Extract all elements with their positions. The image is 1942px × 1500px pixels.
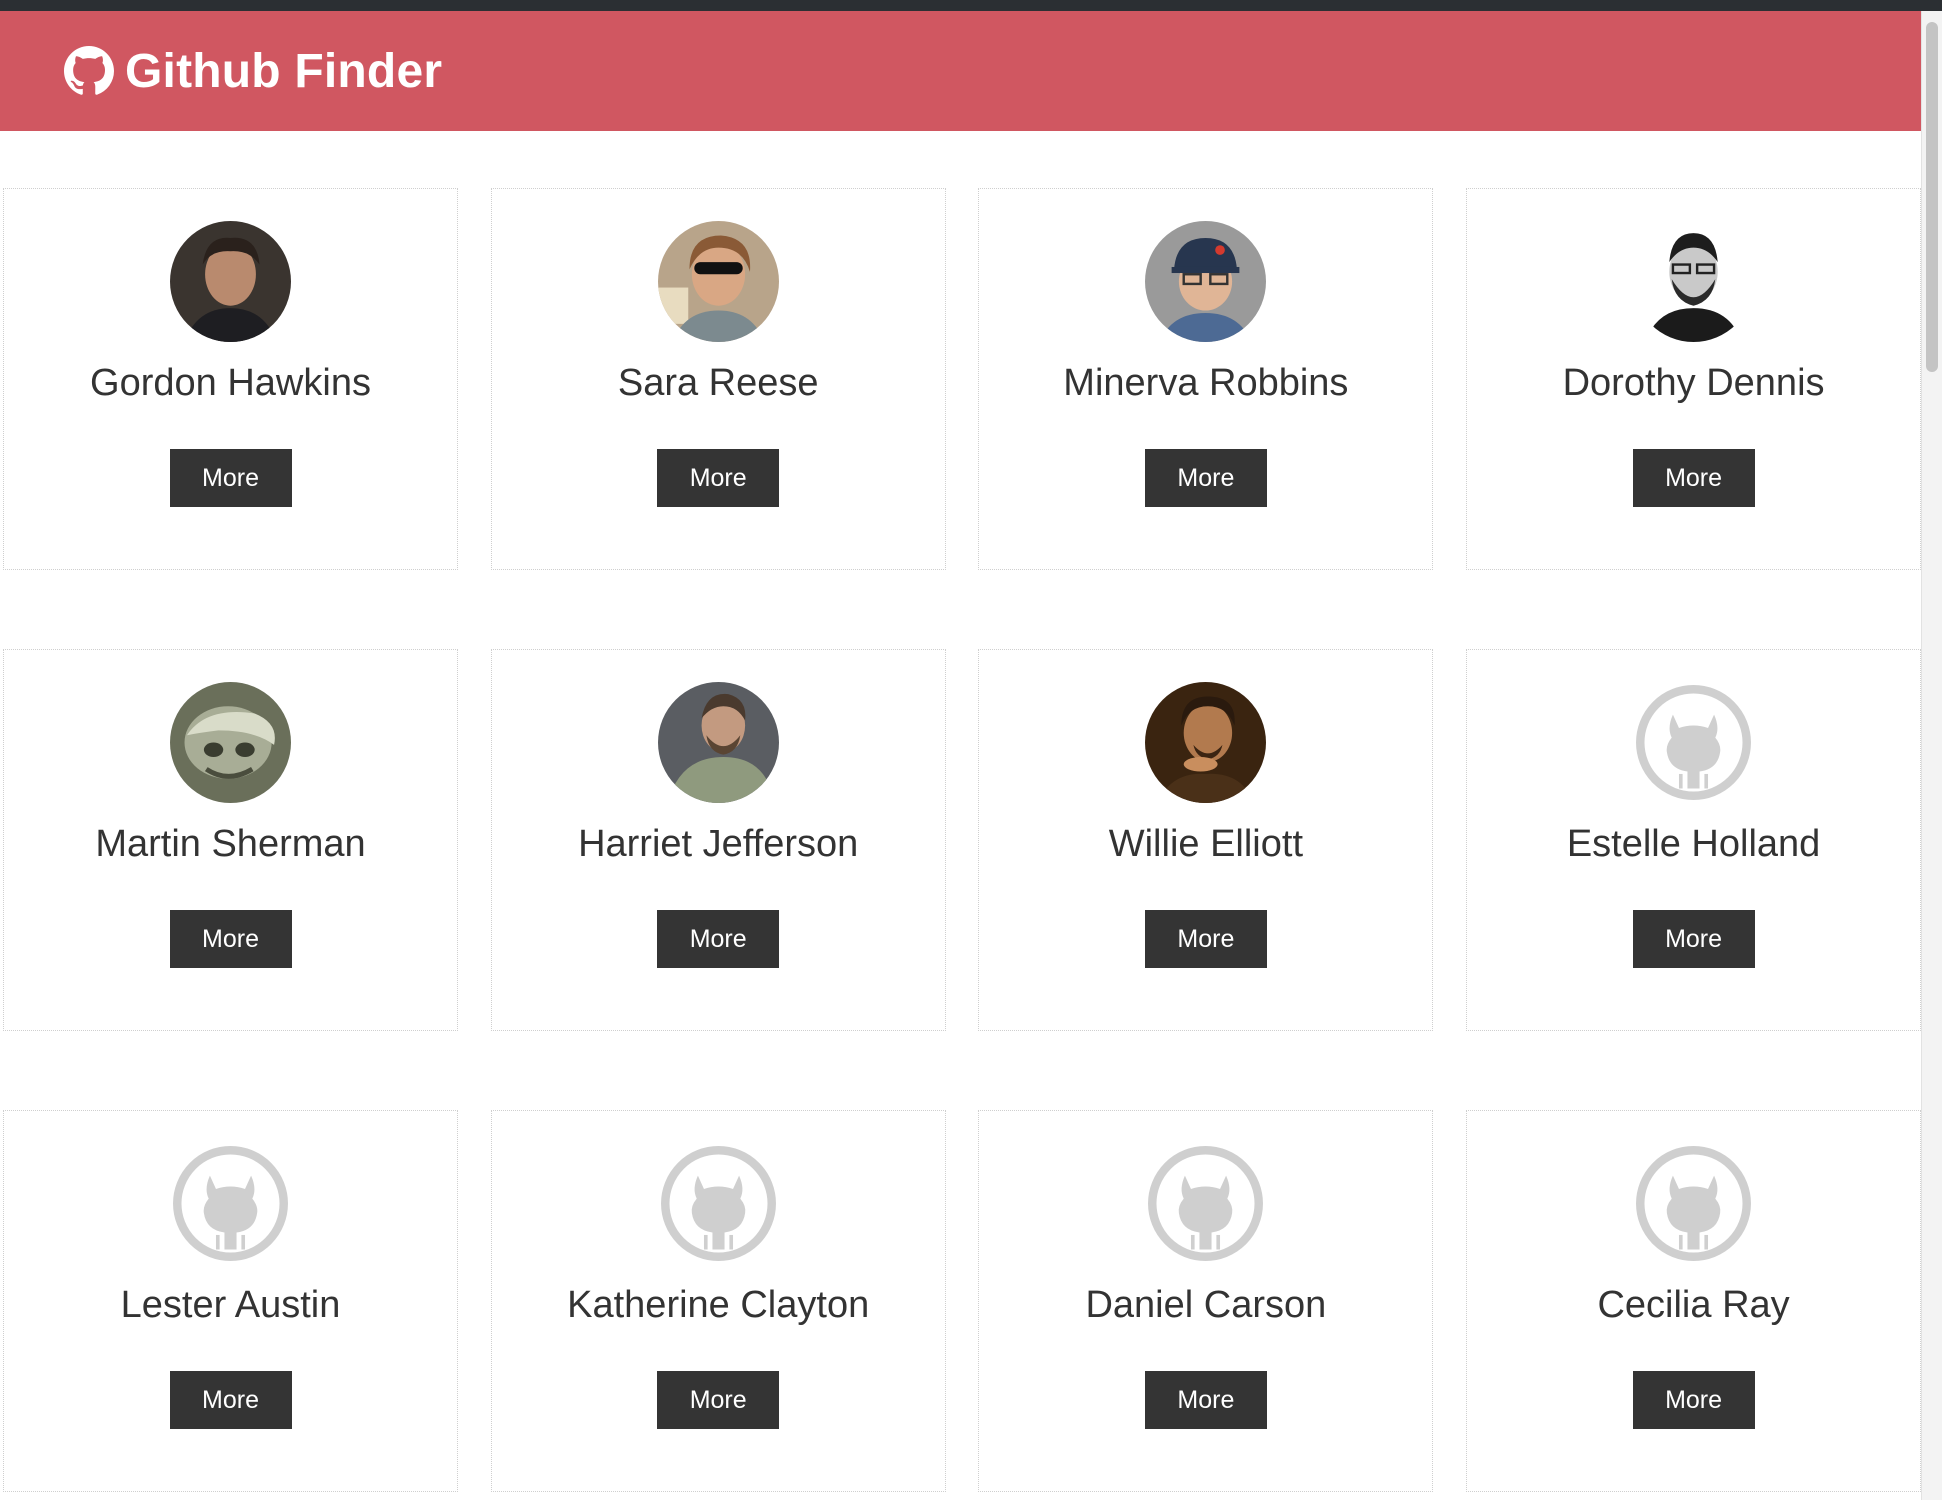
default-github-avatar-icon (658, 1143, 779, 1264)
browser-top-strip (0, 0, 1942, 11)
user-card: Daniel Carson More (978, 1110, 1434, 1492)
user-name: Gordon Hawkins (90, 362, 371, 404)
more-button[interactable]: More (169, 1371, 292, 1429)
user-card: Harriet Jefferson More (490, 649, 946, 1031)
avatar (1145, 682, 1267, 803)
users-grid: Gordon Hawkins More Sara Reese More Mine… (3, 188, 1922, 1492)
user-name: Cecilia Ray (1597, 1284, 1790, 1326)
avatar (657, 682, 779, 803)
user-card: Willie Elliott More (978, 649, 1434, 1031)
more-button[interactable]: More (657, 449, 780, 507)
user-name: Sara Reese (617, 362, 819, 404)
user-card: Sara Reese More (490, 188, 946, 570)
more-button[interactable]: More (169, 449, 292, 507)
more-button[interactable]: More (657, 910, 780, 968)
scrollbar-thumb[interactable] (1926, 22, 1938, 372)
avatar (170, 682, 291, 803)
app-title: Github Finder (125, 44, 443, 98)
user-name: Daniel Carson (1085, 1284, 1327, 1326)
more-button[interactable]: More (1144, 449, 1267, 507)
user-card: Minerva Robbins More (978, 188, 1434, 570)
avatar (1633, 221, 1755, 342)
avatar (1145, 221, 1267, 342)
default-github-avatar-icon (1633, 682, 1754, 803)
user-card: Lester Austin More (3, 1110, 458, 1492)
brand[interactable]: Github Finder (64, 44, 442, 99)
user-name: Lester Austin (120, 1284, 341, 1326)
default-github-avatar-icon (1633, 1143, 1754, 1264)
more-button[interactable]: More (1632, 910, 1755, 968)
navbar: Github Finder (0, 11, 1921, 131)
user-card: Gordon Hawkins More (3, 188, 458, 570)
more-button[interactable]: More (1144, 910, 1267, 968)
avatar (657, 221, 779, 342)
user-name: Katherine Clayton (567, 1284, 870, 1326)
user-card: Martin Sherman More (3, 649, 458, 1031)
more-button[interactable]: More (657, 1371, 780, 1429)
avatar (170, 221, 291, 342)
more-button[interactable]: More (1632, 1371, 1755, 1429)
user-name: Minerva Robbins (1063, 362, 1349, 404)
user-name: Estelle Holland (1566, 823, 1821, 865)
user-card: Cecilia Ray More (1466, 1110, 1922, 1492)
scrollbar[interactable] (1921, 11, 1942, 1500)
more-button[interactable]: More (169, 910, 292, 968)
user-card: Estelle Holland More (1466, 649, 1922, 1031)
more-button[interactable]: More (1632, 449, 1755, 507)
github-icon (64, 46, 114, 96)
more-button[interactable]: More (1144, 1371, 1267, 1429)
user-name: Martin Sherman (95, 823, 366, 865)
user-card: Dorothy Dennis More (1466, 188, 1922, 570)
user-card: Katherine Clayton More (490, 1110, 946, 1492)
default-github-avatar-icon (170, 1143, 291, 1264)
default-github-avatar-icon (1145, 1143, 1266, 1264)
user-name: Harriet Jefferson (578, 823, 859, 865)
user-name: Dorothy Dennis (1562, 362, 1825, 404)
user-name: Willie Elliott (1108, 823, 1303, 865)
